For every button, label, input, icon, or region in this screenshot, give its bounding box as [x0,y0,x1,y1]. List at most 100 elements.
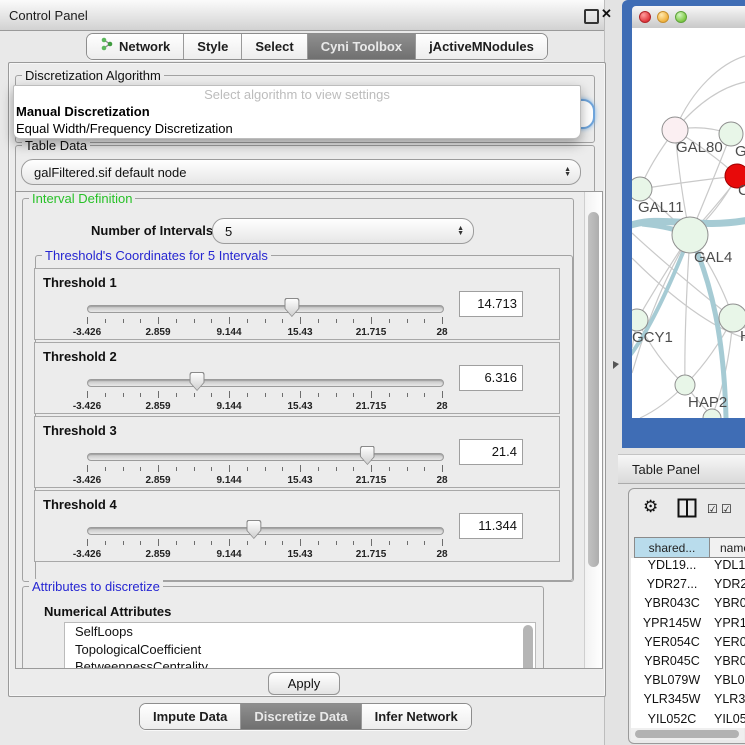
attribute-list-item[interactable]: SelfLoops [65,623,535,641]
threshold-label: Threshold 4 [43,497,117,512]
close-icon[interactable]: ✕ [601,6,612,22]
tick-label: 15.43 [287,401,312,412]
algorithm-fieldset-label: Discretization Algorithm [22,68,164,83]
table-row[interactable]: YDL19...YDL19... [631,558,745,578]
tick-label: 21.715 [356,401,387,412]
tab-jactivemnodules[interactable]: jActiveMNodules [415,34,547,59]
stepper-icon: ▲▼ [564,167,571,177]
threshold-slider[interactable]: -3.4262.8599.14415.4321.71528 [87,445,442,483]
tab-cyni-toolbox[interactable]: Cyni Toolbox [307,34,415,59]
threshold-value-field[interactable]: 11.344 [459,513,523,539]
table-row[interactable]: YLR345WYLR345W [631,692,745,712]
tick-label: 28 [436,549,447,560]
columns-icon[interactable] [677,498,697,523]
cell-name: YBR045C [714,654,745,668]
tick-label: 21.715 [356,549,387,560]
dropdown-placeholder-option[interactable]: Select algorithm to view settings [14,86,580,103]
attribute-list-item[interactable]: TopologicalCoefficient [65,641,535,659]
threshold-value-field[interactable]: 14.713 [459,291,523,317]
gear-icon[interactable]: ⚙ [643,497,658,517]
table-data-combobox[interactable]: galFiltered.sif default node ▲▼ [21,159,581,185]
slider-track[interactable] [87,305,444,313]
slider-thumb[interactable] [190,372,205,391]
threshold-block-1: Threshold 1-3.4262.8599.14415.4321.71528… [34,268,560,340]
tab-label: Cyni Toolbox [321,35,402,58]
slider-thumb[interactable] [284,298,299,317]
bottom-tab-bar: Impute DataDiscretize DataInfer Network [139,703,472,730]
tick-label: 28 [436,327,447,338]
checkbox-icon[interactable]: ☑ [721,502,732,516]
checkbox-icon[interactable]: ☑ [707,502,718,516]
threshold-slider[interactable]: -3.4262.8599.14415.4321.71528 [87,519,442,557]
horizontal-scrollbar-thumb[interactable] [635,730,739,738]
zoom-dot-icon[interactable] [675,11,687,23]
network-edge[interactable] [640,176,737,189]
network-canvas[interactable]: GAL80GACGAL11GAL4GCY1HHAP2 [632,28,745,418]
tab-select[interactable]: Select [241,34,306,59]
slider-ticks [87,317,442,325]
threshold-block-3: Threshold 3-3.4262.8599.14415.4321.71528… [34,416,560,488]
slider-track[interactable] [87,453,444,461]
tick-label: 28 [436,401,447,412]
tab-network[interactable]: Network [87,34,183,59]
number-of-intervals-label: Number of Intervals [91,223,213,238]
numerical-attributes-label: Numerical Attributes [44,604,171,619]
table-row[interactable]: YBL079WYBL079W [631,673,745,693]
mouse-cursor [613,361,619,369]
threshold-value-field[interactable]: 6.316 [459,365,523,391]
attribute-list-item[interactable]: BetweennessCentrality [65,658,535,669]
tick-label: -3.426 [73,549,101,560]
tab-impute-data[interactable]: Impute Data [140,704,240,729]
tab-label: Select [255,35,293,58]
table-row[interactable]: YBR045CYBR045C [631,654,745,674]
network-edge[interactable] [685,235,690,385]
minimize-dot-icon[interactable] [657,11,669,23]
table-row[interactable]: YPR145WYPR145W [631,616,745,636]
slider-thumb[interactable] [360,446,375,465]
close-dot-icon[interactable] [639,11,651,23]
slider-track[interactable] [87,527,444,535]
network-node[interactable] [632,177,652,201]
cell-shared-name: YBL079W [634,673,710,687]
tab-discretize-data[interactable]: Discretize Data [240,704,360,729]
slider-track[interactable] [87,379,444,387]
column-header-shared-name[interactable]: shared... [634,537,710,558]
threshold-block-2: Threshold 2-3.4262.8599.14415.4321.71528… [34,342,560,414]
threshold-label: Threshold 2 [43,349,117,364]
list-scrollbar-thumb[interactable] [523,625,533,669]
table-row[interactable]: YER054CYER054C [631,635,745,655]
threshold-slider[interactable]: -3.4262.8599.14415.4321.71528 [87,297,442,335]
network-icon [100,35,114,58]
table-row[interactable]: YDR27...YDR27... [631,577,745,597]
stepper-icon: ▲▼ [457,226,464,236]
column-header-name[interactable]: name [709,537,745,558]
network-node-label: GAL4 [694,249,732,266]
cell-name: YDR27... [714,577,745,591]
cell-name: YPR145W [714,616,745,630]
tab-infer-network[interactable]: Infer Network [361,704,471,729]
slider-ticks [87,539,442,547]
network-view-window[interactable]: GAL80GACGAL11GAL4GCY1HHAP2 [622,0,745,448]
network-node[interactable] [675,375,695,395]
tick-label: -3.426 [73,401,101,412]
threshold-value-field[interactable]: 21.4 [459,439,523,465]
slider-thumb[interactable] [246,520,261,539]
vertical-scrollbar-thumb[interactable] [588,212,599,567]
tick-label: 2.859 [145,327,170,338]
number-of-intervals-combobox[interactable]: 5 ▲▼ [212,218,474,244]
dropdown-option[interactable]: Equal Width/Frequency Discretization [14,120,580,137]
table-row[interactable]: YBR043CYBR043C [631,596,745,616]
horizontal-scrollbar[interactable] [631,728,744,740]
numerical-attributes-list[interactable]: SelfLoopsTopologicalCoefficientBetweenne… [64,622,536,669]
vertical-scrollbar[interactable] [584,192,602,668]
cell-name: YLR345W [714,692,745,706]
dropdown-option[interactable]: Manual Discretization [14,103,580,120]
table-rows: YDL19...YDL19...YDR27...YDR27...YBR043CY… [631,558,745,728]
tick-label: 15.43 [287,549,312,560]
apply-button[interactable]: Apply [268,672,340,695]
network-node[interactable] [672,217,708,253]
cell-shared-name: YIL052C [634,712,710,726]
tab-style[interactable]: Style [183,34,241,59]
float-window-icon[interactable] [584,9,599,24]
threshold-slider[interactable]: -3.4262.8599.14415.4321.71528 [87,371,442,409]
